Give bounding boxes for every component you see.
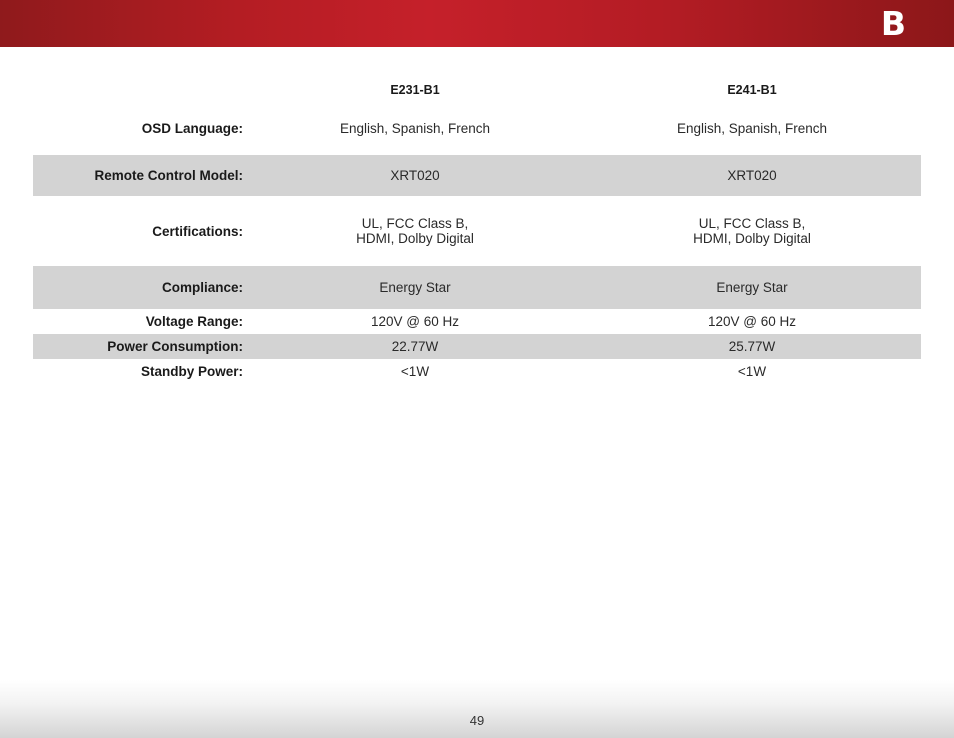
cell-line: UL, FCC Class B,	[698, 216, 806, 231]
table-row: Power Consumption: 22.77W 25.77W	[33, 334, 921, 359]
cell-value: Energy Star	[716, 280, 788, 295]
row-label: Standby Power:	[140, 364, 243, 379]
table-row: Compliance: Energy Star Energy Star	[33, 266, 921, 309]
row-label: Compliance:	[161, 280, 243, 295]
cell-value: XRT020	[727, 168, 777, 183]
row-label: Remote Control Model:	[94, 168, 244, 183]
cell-value: UL, FCC Class B, HDMI, Dolby Digital	[265, 216, 565, 246]
table-row: Standby Power: <1W <1W	[33, 359, 921, 384]
row-label: Voltage Range:	[145, 314, 243, 329]
cell-value: Energy Star	[379, 280, 451, 295]
table-header-row: E231-B1 E241-B1	[33, 75, 921, 105]
table-row: OSD Language: English, Spanish, French E…	[33, 106, 921, 150]
header-bar: B	[0, 0, 954, 47]
cell-value: 120V @ 60 Hz	[707, 314, 796, 329]
cell-line: HDMI, Dolby Digital	[356, 231, 474, 246]
cell-value: XRT020	[390, 168, 440, 183]
cell-value: English, Spanish, French	[676, 120, 828, 136]
table-row: Certifications: UL, FCC Class B, HDMI, D…	[33, 196, 921, 266]
cell-line: HDMI, Dolby Digital	[693, 231, 811, 246]
cell-value: 22.77W	[391, 339, 439, 354]
cell-value: 120V @ 60 Hz	[370, 314, 459, 329]
cell-value: 25.77W	[728, 339, 776, 354]
row-label: OSD Language:	[141, 120, 243, 136]
table-row: Voltage Range: 120V @ 60 Hz 120V @ 60 Hz	[33, 309, 921, 334]
column-header-e231: E231-B1	[390, 83, 440, 97]
table-row: Remote Control Model: XRT020 XRT020	[33, 155, 921, 196]
cell-line: UL, FCC Class B,	[361, 216, 469, 231]
cell-value: <1W	[400, 364, 430, 379]
column-header-e241: E241-B1	[727, 83, 777, 97]
cell-value: English, Spanish, French	[339, 120, 491, 136]
page-number: 49	[469, 713, 485, 728]
row-label: Certifications:	[152, 223, 243, 239]
appendix-letter: B	[880, 4, 906, 43]
cell-value: <1W	[737, 364, 767, 379]
row-label: Power Consumption:	[107, 339, 243, 354]
spec-table: E231-B1 E241-B1 OSD Language: English, S…	[33, 75, 921, 384]
cell-value: UL, FCC Class B, HDMI, Dolby Digital	[602, 216, 902, 246]
footer-bar	[0, 680, 954, 738]
